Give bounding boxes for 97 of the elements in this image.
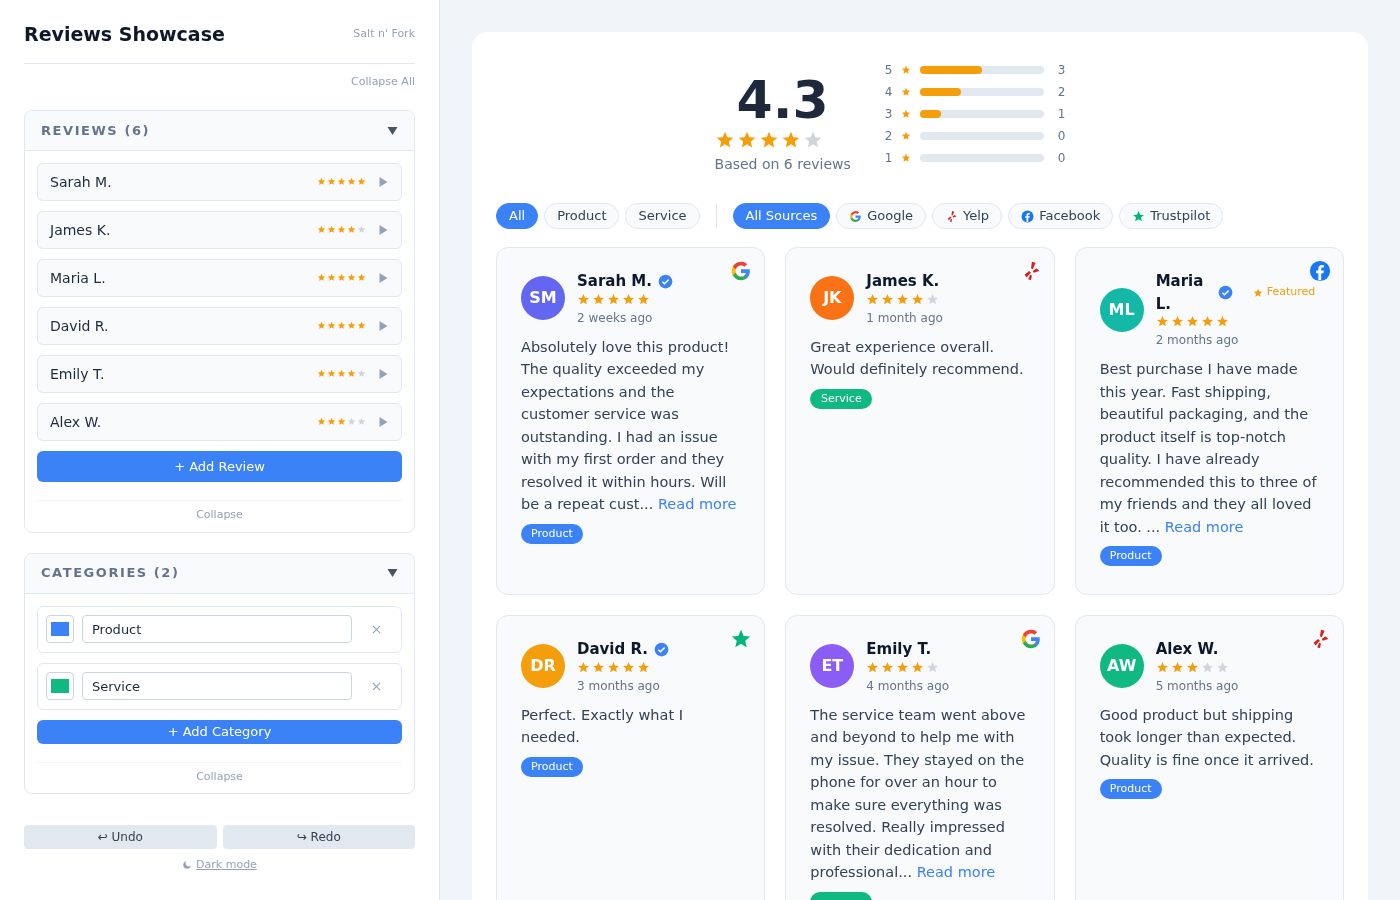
review-time: 5 months ago xyxy=(1155,677,1239,695)
panel-title: REVIEWS (6) xyxy=(41,121,150,140)
app-title: Reviews Showcase xyxy=(24,22,225,47)
add-category-button[interactable]: + Add Category xyxy=(37,719,402,744)
reviewer-name: Emily T. xyxy=(50,364,105,384)
filter-chip[interactable]: Trustpilot xyxy=(1119,203,1224,229)
caret-icon[interactable] xyxy=(387,568,398,578)
brand-name: Salt n' Fork xyxy=(353,26,415,42)
star-level-label: 5 xyxy=(884,62,894,79)
star-level-label: 3 xyxy=(884,106,894,123)
review-time: 3 months ago xyxy=(577,677,661,695)
add-review-button[interactable]: + Add Review xyxy=(37,451,402,482)
caret-icon[interactable] xyxy=(387,125,398,136)
star-icon xyxy=(730,628,753,650)
review-list-item[interactable]: Sarah M. xyxy=(37,163,402,201)
category-tag: Service xyxy=(810,388,873,409)
review-time: 2 months ago xyxy=(1155,332,1240,349)
remove-icon[interactable] xyxy=(372,624,381,634)
reviewer-name: James K. xyxy=(50,220,111,240)
filter-chip[interactable]: Product xyxy=(544,203,620,229)
featured-badge: Featured xyxy=(1252,284,1316,301)
reviewer-name: Emily T. xyxy=(866,639,932,660)
reviewer-name: Maria L. xyxy=(1155,271,1205,315)
moon-icon xyxy=(182,860,193,871)
category-tag: Product xyxy=(1099,779,1162,799)
star-level-count: 3 xyxy=(1057,62,1066,79)
category-tag: Product xyxy=(521,756,583,777)
review-text: Best purchase I have made this year. Fast shipping, beautiful packaging, and the product itself is top-notch quality. I have already recommended this to three of my friends and they all loved it too. ... Read more xyxy=(1099,360,1318,537)
avatar: ML xyxy=(1099,287,1144,332)
avatar: ET xyxy=(810,644,855,689)
star-level-count: 0 xyxy=(1057,150,1066,167)
yelp-burst-icon xyxy=(945,209,959,223)
review-list-item[interactable]: Alex W. xyxy=(37,403,402,441)
read-more-link[interactable]: Read more xyxy=(657,496,737,512)
category-tag: Product xyxy=(521,523,583,544)
google-g-icon xyxy=(730,260,753,282)
category-name-field[interactable]: Service xyxy=(82,672,352,700)
filter-chip[interactable]: Facebook xyxy=(1008,203,1114,229)
filter-chip[interactable]: All Sources xyxy=(732,203,831,229)
read-more-link[interactable]: Read more xyxy=(916,864,996,880)
star-level-label: 2 xyxy=(884,128,894,145)
filter-chip[interactable]: Google xyxy=(836,203,927,229)
avatar: JK xyxy=(810,276,855,321)
category-name-field[interactable]: Product xyxy=(82,615,352,643)
facebook-f-icon xyxy=(1021,209,1035,223)
color-picker[interactable] xyxy=(46,615,74,643)
undo-button[interactable]: ↩ Undo xyxy=(24,825,217,849)
review-text: Good product but shipping took longer than expected. Quality is fine once it arrived. xyxy=(1099,705,1315,770)
star-icon xyxy=(900,65,911,75)
read-more-link[interactable]: Read more xyxy=(1164,518,1244,535)
star-level-count: 0 xyxy=(1057,128,1066,145)
reviewer-name: Sarah M. xyxy=(50,172,112,192)
google-g-icon xyxy=(849,209,863,223)
review-text: Great experience overall. Would definitely recommend. xyxy=(810,337,1025,379)
review-time: 4 months ago xyxy=(866,677,951,695)
reviewer-name: Alex W. xyxy=(1155,639,1219,660)
review-list-item[interactable]: James K. xyxy=(37,211,402,249)
redo-button[interactable]: ↪ Redo xyxy=(222,825,415,849)
facebook-f-icon xyxy=(1309,260,1331,282)
reviewer-name: Maria L. xyxy=(50,268,106,288)
review-time: 2 weeks ago xyxy=(577,309,654,327)
review-count: Based on 6 reviews xyxy=(714,155,851,174)
avatar: AW xyxy=(1099,644,1144,689)
review-time: 1 month ago xyxy=(866,309,944,327)
remove-icon[interactable] xyxy=(372,681,381,691)
review-text: Absolutely love this product! The quality exceeded my expectations and the customer service was outstanding. I had an issue with my first order and they resolved it within hours. Will be a repeat cust... Read more xyxy=(521,337,738,514)
reviewer-name: David R. xyxy=(50,316,109,336)
star-level-count: 2 xyxy=(1057,84,1066,101)
reviewer-name: James K. xyxy=(866,271,940,292)
review-list-item[interactable]: Emily T. xyxy=(37,355,402,393)
review-text: Perfect. Exactly what I needed. xyxy=(521,705,685,747)
reviewer-name: Alex W. xyxy=(50,412,102,432)
panel-header[interactable]: REVIEWS (6) xyxy=(25,111,414,151)
star-icon xyxy=(900,87,911,97)
review-list-item[interactable]: David R. xyxy=(37,307,402,345)
color-picker[interactable] xyxy=(46,672,74,700)
avatar: SM xyxy=(521,276,565,321)
star-icon xyxy=(900,109,911,119)
category-tag: Product xyxy=(1099,546,1162,566)
panel-header[interactable]: CATEGORIES (2) xyxy=(25,553,414,594)
star-level-label: 4 xyxy=(884,84,894,101)
reviewer-name: Sarah M. xyxy=(577,271,652,292)
star-level-count: 1 xyxy=(1057,106,1066,123)
star-icon xyxy=(1132,209,1146,223)
panel-title: CATEGORIES (2) xyxy=(41,564,180,583)
filter-chip[interactable]: Service xyxy=(625,203,700,229)
filter-chip[interactable]: Yelp xyxy=(932,203,1003,229)
average-rating: 4.3 xyxy=(736,70,829,130)
star-icon xyxy=(900,131,911,141)
avatar: DR xyxy=(521,644,565,689)
review-text: The service team went above and beyond to help me with my issue. They stayed on the phone for over an hour to make sure everything was resolved. Really impressed with their dedication and professional... Read more xyxy=(810,705,1027,882)
google-g-icon xyxy=(1019,628,1042,650)
review-list-item[interactable]: Maria L. xyxy=(37,259,402,297)
star-level-label: 1 xyxy=(884,150,894,167)
reviewer-name: David R. xyxy=(577,639,648,660)
filter-chip[interactable]: All xyxy=(496,203,539,229)
star-icon xyxy=(900,153,911,163)
